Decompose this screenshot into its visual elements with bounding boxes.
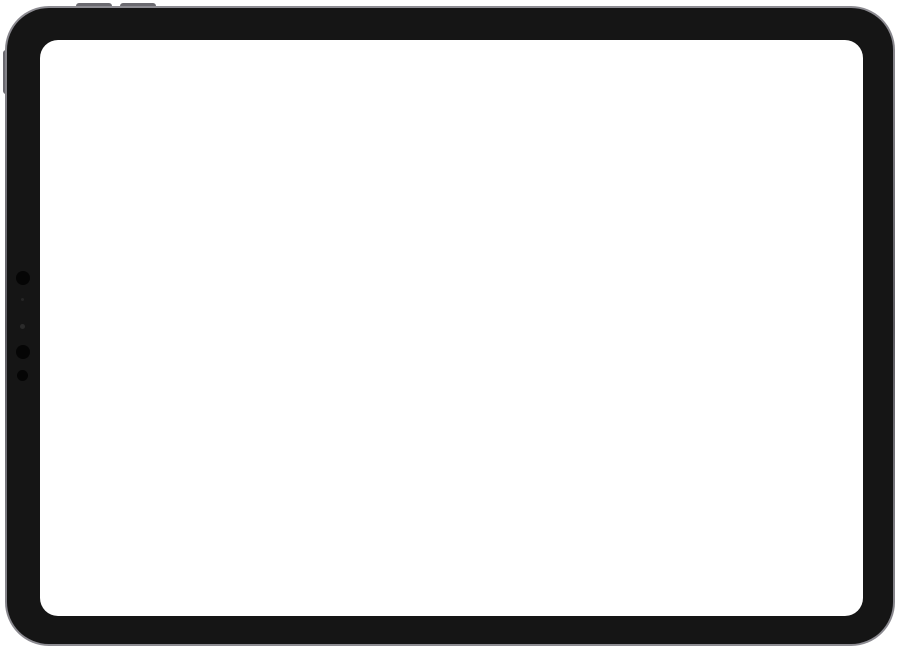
- proximity-sensor: [17, 370, 28, 381]
- front-camera: [20, 324, 25, 329]
- tablet-frame: [5, 6, 895, 646]
- ambient-light-sensor: [21, 298, 24, 301]
- device-mockup: [0, 0, 900, 649]
- camera-lens: [16, 271, 30, 285]
- tablet-bezel: [7, 8, 893, 644]
- face-id-sensor: [16, 345, 30, 359]
- screen-area[interactable]: [40, 40, 863, 616]
